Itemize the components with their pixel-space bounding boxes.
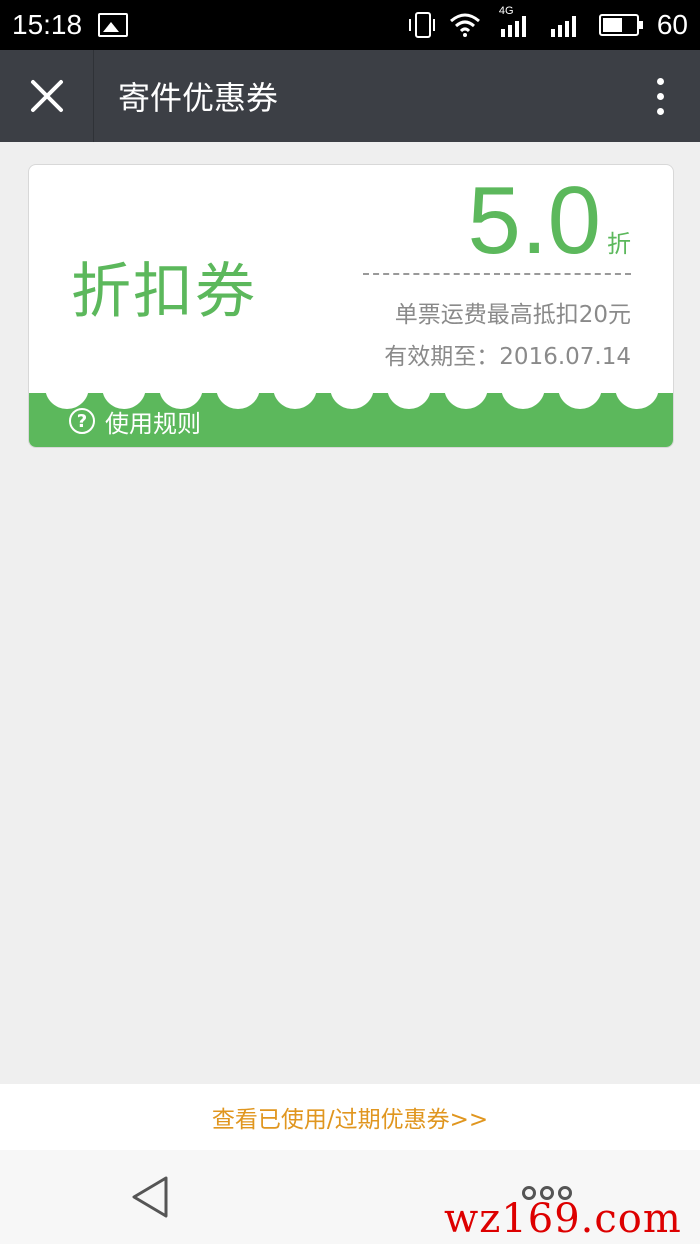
network-type-label: 4G	[498, 5, 514, 17]
wifi-icon	[449, 13, 481, 37]
battery-icon	[598, 14, 643, 36]
coupon-divider	[363, 273, 631, 275]
battery-level: 60	[656, 9, 688, 40]
back-nav-button[interactable]	[128, 1174, 174, 1220]
help-icon: ?	[69, 408, 95, 434]
coupon-discount: 5.0 折	[468, 173, 631, 269]
nav-bar: 寄件优惠券	[0, 50, 700, 142]
more-icon	[656, 77, 664, 85]
coupon-expiry: 有效期至：2016.07.14	[384, 337, 631, 371]
status-bar: 15:18 4G 60	[0, 0, 700, 50]
coupon-description: 单票运费最高抵扣20元	[394, 302, 631, 328]
more-button[interactable]	[620, 50, 700, 142]
coupon-value: 5.0	[467, 167, 601, 274]
usage-rules-label: 使用规则	[105, 409, 201, 438]
signal-icon: 4G	[499, 5, 531, 37]
bottom-link-bar: 查看已使用/过期优惠券>>	[0, 1084, 700, 1150]
page-title: 寄件优惠券	[118, 79, 279, 117]
coupon-type-label: 折扣券	[71, 257, 257, 327]
close-icon	[30, 80, 63, 112]
image-icon	[98, 13, 129, 37]
watermark: wz169.com	[444, 1196, 682, 1242]
status-time: 15:18	[12, 9, 83, 40]
view-used-expired-link[interactable]: 查看已使用/过期优惠券>>	[212, 1100, 488, 1134]
status-icons: 4G 60	[408, 5, 688, 41]
back-triangle-icon	[132, 1176, 168, 1218]
coupon-unit: 折	[607, 230, 631, 258]
coupon-card[interactable]: 折扣券 5.0 折 单票运费最高抵扣20元 有效期至：2016.07.14 ? …	[28, 164, 674, 448]
close-button[interactable]	[0, 50, 94, 142]
vibrate-icon	[408, 12, 435, 38]
signal-icon	[549, 13, 581, 37]
